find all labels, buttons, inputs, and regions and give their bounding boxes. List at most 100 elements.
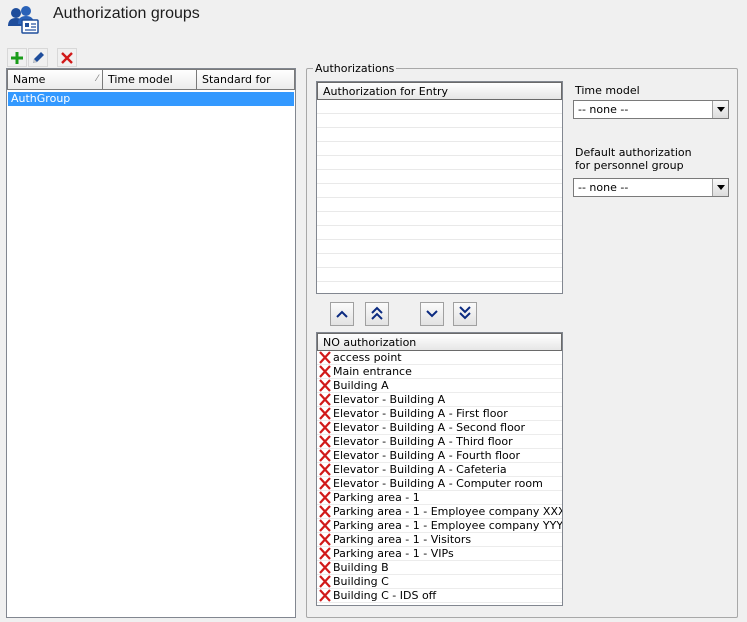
list-item[interactable]: Elevator - Building A — [317, 393, 562, 407]
empty-grid-row — [317, 170, 562, 184]
page-title: Authorization groups — [53, 5, 200, 22]
empty-grid-row — [317, 114, 562, 128]
no-auth-grid-body: access point Main entrance Building A Eleva… — [317, 351, 562, 603]
list-item[interactable]: Parking area - 1 — [317, 491, 562, 505]
red-x-icon — [317, 533, 333, 546]
move-down-button[interactable] — [420, 302, 444, 326]
list-item-label: Parking area - 1 - Employee company XXX — [333, 505, 563, 518]
red-x-icon — [317, 351, 333, 364]
red-x-icon — [317, 589, 333, 602]
chevron-down-icon — [426, 308, 438, 321]
authorization-group-list[interactable]: Name ⁄ Time model Standard for AuthGroup — [6, 68, 296, 618]
list-item[interactable]: Parking area - 1 - VIPs — [317, 547, 562, 561]
column-header-standard-for[interactable]: Standard for — [197, 69, 295, 90]
list-item-label: Building C — [333, 575, 389, 588]
red-x-icon — [317, 407, 333, 420]
list-item-label: Elevator - Building A — [333, 393, 446, 406]
list-item[interactable]: access point — [317, 351, 562, 365]
users-card-icon — [6, 4, 40, 36]
red-x-icon — [317, 477, 333, 490]
time-model-label: Time model — [575, 84, 640, 97]
empty-grid-row — [317, 198, 562, 212]
red-x-icon — [317, 449, 333, 462]
double-chevron-down-icon — [459, 305, 471, 323]
red-x-icon — [317, 365, 333, 378]
empty-grid-row — [317, 100, 562, 114]
list-item[interactable]: Parking area - 1 - Employee company XXX — [317, 505, 562, 519]
list-item-label: Parking area - 1 - VIPs — [333, 547, 454, 560]
list-item-label: Elevator - Building A - Fourth floor — [333, 449, 521, 462]
list-item[interactable]: Building C - IDS off — [317, 589, 562, 603]
column-header-time-model[interactable]: Time model — [103, 69, 197, 90]
list-item-label: Building C - IDS off — [333, 589, 437, 602]
red-x-icon — [317, 505, 333, 518]
default-authorization-label: Default authorization for personnel grou… — [575, 146, 692, 172]
list-header: Name ⁄ Time model Standard for — [7, 69, 295, 90]
list-item[interactable]: Main entrance — [317, 365, 562, 379]
chevron-up-icon — [336, 308, 348, 321]
empty-grid-row — [317, 254, 562, 268]
default-authorization-select[interactable]: -- none -- — [573, 178, 729, 197]
list-item[interactable]: Elevator - Building A - Fourth floor — [317, 449, 562, 463]
list-item-label: Parking area - 1 - Visitors — [333, 533, 472, 546]
list-item[interactable]: Parking area - 1 - Visitors — [317, 533, 562, 547]
no-authorization-grid[interactable]: NO authorization access point Main entran… — [316, 332, 563, 606]
list-item[interactable]: Building C — [317, 575, 562, 589]
empty-grid-row — [317, 226, 562, 240]
red-x-icon — [317, 561, 333, 574]
list-item-label: access point — [333, 351, 402, 364]
list-item[interactable]: Building A — [317, 379, 562, 393]
list-item[interactable]: Elevator - Building A - Cafeteria — [317, 463, 562, 477]
list-item[interactable]: Elevator - Building A - First floor — [317, 407, 562, 421]
list-item[interactable]: Elevator - Building A - Second floor — [317, 421, 562, 435]
list-item-label: Elevator - Building A - Computer room — [333, 477, 543, 490]
list-item-label: Building A — [333, 379, 389, 392]
list-item-label: Main entrance — [333, 365, 412, 378]
empty-grid-row — [317, 156, 562, 170]
pencil-icon — [30, 50, 46, 66]
close-icon — [61, 51, 73, 64]
red-x-icon — [317, 463, 333, 476]
list-item[interactable]: Parking area - 1 - Employee company YYY — [317, 519, 562, 533]
no-auth-grid-header: NO authorization — [317, 333, 562, 351]
default-authorization-value: -- none -- — [578, 181, 629, 194]
move-up-button[interactable] — [330, 302, 354, 326]
list-item-label: Parking area - 1 — [333, 491, 420, 504]
plus-icon — [10, 51, 24, 65]
empty-grid-row — [317, 128, 562, 142]
double-chevron-up-icon — [371, 306, 383, 323]
list-item[interactable]: Elevator - Building A - Computer room — [317, 477, 562, 491]
table-row[interactable]: AuthGroup — [8, 92, 294, 106]
sort-indicator-icon: ⁄ — [96, 74, 98, 84]
empty-grid-row — [317, 142, 562, 156]
move-all-down-button[interactable] — [453, 302, 477, 326]
chevron-down-icon[interactable] — [712, 179, 728, 196]
chevron-down-icon[interactable] — [712, 101, 728, 118]
row-name-cell: AuthGroup — [11, 92, 71, 105]
move-all-up-button[interactable] — [365, 302, 389, 326]
red-x-icon — [317, 379, 333, 392]
red-x-icon — [317, 519, 333, 532]
authorization-for-entry-grid[interactable]: Authorization for Entry — [316, 81, 563, 294]
default-authorization-label-line1: Default authorization — [575, 146, 692, 159]
list-item-label: Elevator - Building A - First floor — [333, 407, 508, 420]
empty-grid-row — [317, 268, 562, 282]
authorizations-group-label: Authorizations — [313, 62, 397, 75]
list-item[interactable]: Building B — [317, 561, 562, 575]
column-header-name[interactable]: Name ⁄ — [7, 69, 103, 90]
default-authorization-label-line2: for personnel group — [575, 159, 684, 172]
red-x-icon — [317, 491, 333, 504]
delete-button[interactable] — [57, 48, 77, 67]
time-model-select[interactable]: -- none -- — [573, 100, 729, 119]
red-x-icon — [317, 435, 333, 448]
red-x-icon — [317, 575, 333, 588]
empty-grid-row — [317, 212, 562, 226]
red-x-icon — [317, 547, 333, 560]
red-x-icon — [317, 421, 333, 434]
edit-button[interactable] — [28, 48, 48, 67]
add-button[interactable] — [7, 48, 27, 67]
entry-grid-header: Authorization for Entry — [317, 82, 562, 100]
time-model-value: -- none -- — [578, 103, 629, 116]
list-item[interactable]: Elevator - Building A - Third floor — [317, 435, 562, 449]
list-item-label: Elevator - Building A - Second floor — [333, 421, 526, 434]
